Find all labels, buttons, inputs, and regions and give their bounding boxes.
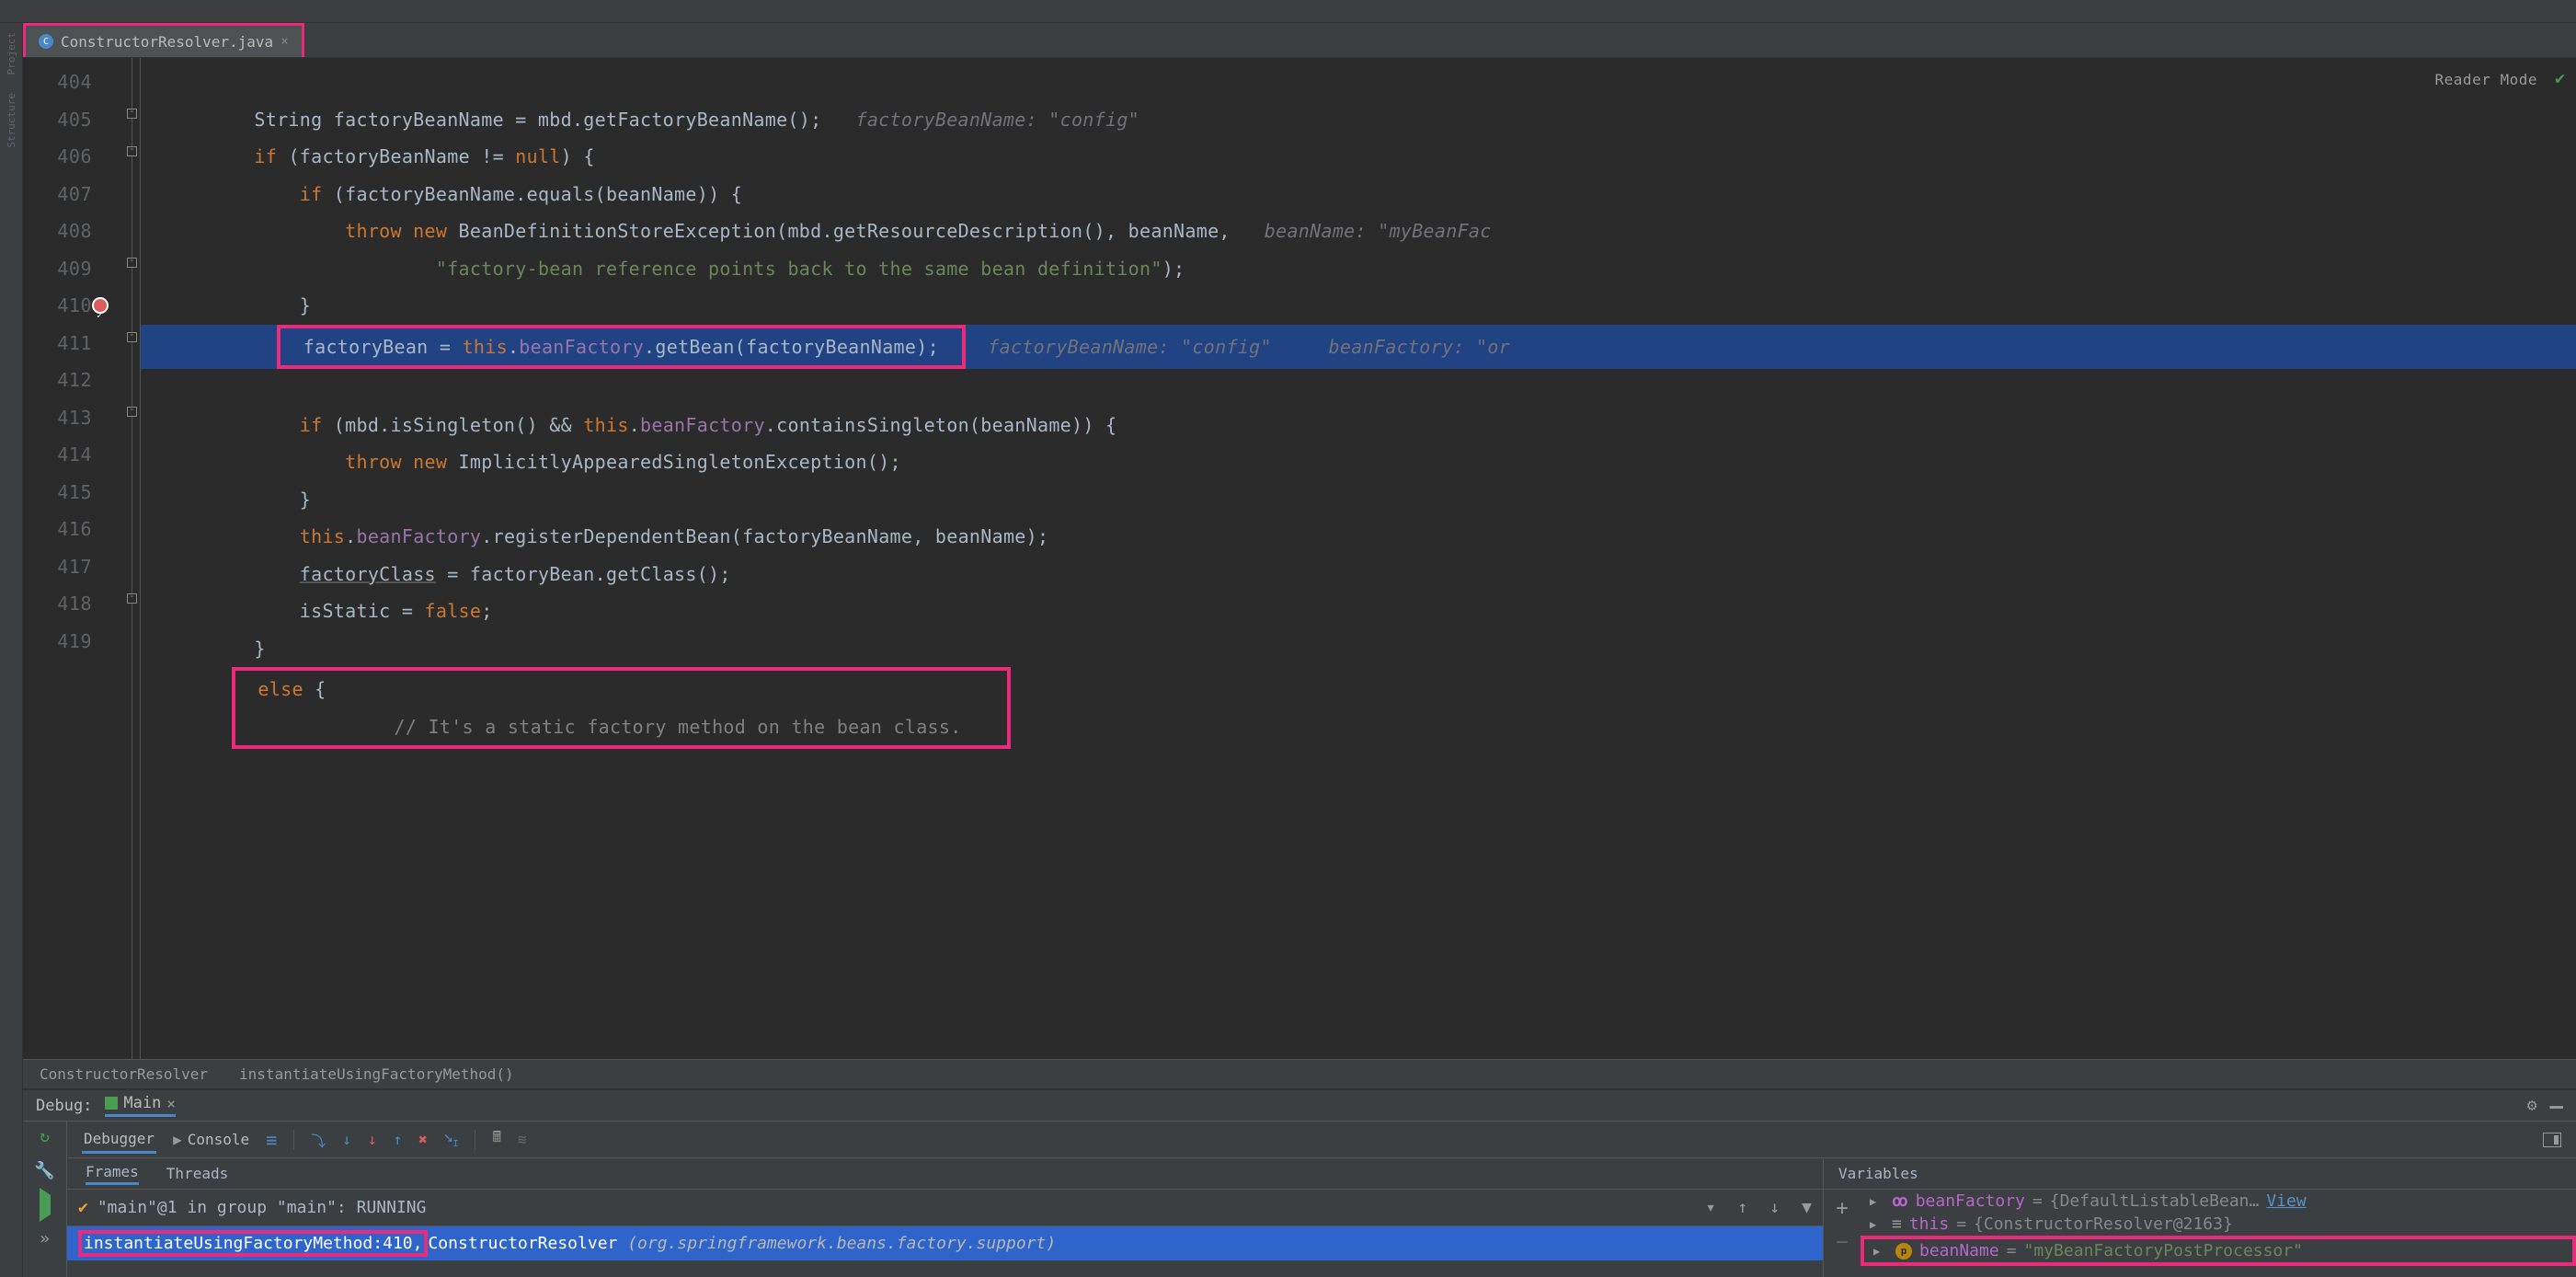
frame-method-label: instantiateUsingFactoryMethod:410, xyxy=(78,1230,428,1257)
close-icon[interactable]: × xyxy=(166,1095,176,1112)
filter-icon[interactable]: ▼ xyxy=(1802,1198,1812,1217)
gutter-icons xyxy=(92,58,124,1059)
structure-tool-label[interactable]: Structure xyxy=(6,93,17,148)
step-over-icon[interactable]: ⤵ xyxy=(311,1129,326,1151)
threads-subtab[interactable]: Threads xyxy=(166,1165,228,1182)
resume-icon[interactable] xyxy=(40,1195,51,1214)
layout-icon[interactable] xyxy=(2543,1133,2561,1147)
top-toolbar xyxy=(0,0,2576,23)
check-icon: ✔ xyxy=(78,1198,88,1217)
fold-marker-icon[interactable] xyxy=(127,146,137,156)
debug-label: Debug: xyxy=(36,1097,92,1115)
project-tool-label[interactable]: Project xyxy=(6,32,17,75)
run-to-cursor-icon[interactable]: ➘I xyxy=(444,1129,459,1149)
variable-row[interactable]: ▶ p beanName = "myBeanFactoryPostProcess… xyxy=(1860,1236,2576,1266)
code-text[interactable]: String factoryBeanName = mbd.getFactoryB… xyxy=(141,58,2576,1059)
breakpoint-icon[interactable] xyxy=(92,297,109,314)
fold-marker-icon[interactable] xyxy=(127,109,137,119)
line-number-gutter: 4044054064074084094104114124134144154164… xyxy=(23,58,92,1059)
variables-header: Variables xyxy=(1824,1158,2576,1190)
remove-watch-icon[interactable]: − xyxy=(1836,1231,1848,1254)
rerun-icon[interactable]: ↻ xyxy=(40,1127,50,1146)
debug-tool-window: Debug: Main × ⚙ — ↻ 🔧 » xyxy=(23,1088,2576,1277)
variable-row[interactable]: ▶ ≡ this = {ConstructorResolver@2163} xyxy=(1860,1213,2576,1236)
thread-selector[interactable]: ✔ "main"@1 in group "main": RUNNING ▾ ↑ … xyxy=(67,1190,1823,1226)
frames-pane: Frames Threads ✔ "main"@1 in group "main… xyxy=(67,1158,1824,1277)
java-class-icon: C xyxy=(39,34,53,49)
editor[interactable]: 4044054064074084094104114124134144154164… xyxy=(23,58,2576,1059)
current-execution-line: factoryBean = this.beanFactory.getBean(f… xyxy=(141,325,2576,370)
trace-icon[interactable]: ≋ xyxy=(518,1131,527,1148)
editor-tabs: C ConstructorResolver.java × xyxy=(23,23,2576,58)
fold-marker-icon[interactable] xyxy=(127,332,137,342)
debugger-tab[interactable]: Debugger xyxy=(82,1126,156,1154)
run-config-icon xyxy=(105,1097,118,1110)
force-step-into-icon[interactable]: ↓ xyxy=(368,1131,377,1148)
chevron-down-icon[interactable]: ▾ xyxy=(1706,1198,1716,1217)
left-tool-rail: Project Structure xyxy=(0,23,23,1277)
stack-frame-row[interactable]: instantiateUsingFactoryMethod:410, Const… xyxy=(67,1226,1823,1260)
variable-row[interactable]: ▶ oo beanFactory = {DefaultListableBean…… xyxy=(1860,1190,2576,1213)
fold-marker-icon[interactable] xyxy=(127,593,137,604)
step-into-icon[interactable]: ↓ xyxy=(342,1131,351,1148)
inline-hint: factoryBeanName: "config" xyxy=(855,109,1139,131)
frame-up-icon[interactable]: ↑ xyxy=(1737,1198,1747,1217)
frame-down-icon[interactable]: ↓ xyxy=(1769,1198,1780,1217)
evaluate-icon[interactable]: 🖩 xyxy=(492,1127,501,1152)
frames-subtab[interactable]: Frames xyxy=(86,1163,139,1185)
fold-marker-icon[interactable] xyxy=(127,258,137,268)
thread-dump-icon[interactable]: ≡ xyxy=(266,1129,277,1151)
console-icon: ▶ xyxy=(173,1131,182,1148)
debug-left-toolbar: ↻ 🔧 » xyxy=(23,1122,67,1277)
drop-frame-icon[interactable]: ✖ xyxy=(418,1131,428,1148)
breadcrumb-method[interactable]: instantiateUsingFactoryMethod() xyxy=(226,1062,532,1087)
fold-gutter xyxy=(124,58,141,1059)
close-tab-icon[interactable]: × xyxy=(280,34,288,49)
glasses-icon: oo xyxy=(1892,1191,1905,1211)
minimize-icon[interactable]: — xyxy=(2550,1093,2563,1119)
variables-pane: Variables + − ▶ oo xyxy=(1824,1158,2576,1277)
gear-icon[interactable]: ⚙ xyxy=(2527,1096,2537,1115)
new-watch-icon[interactable]: + xyxy=(1836,1197,1848,1220)
expand-icon[interactable]: ▶ xyxy=(1873,1245,1880,1258)
more-icon[interactable]: » xyxy=(40,1229,50,1248)
expand-icon[interactable]: ▶ xyxy=(1870,1218,1876,1231)
breadcrumbs: ConstructorResolver instantiateUsingFact… xyxy=(23,1059,2576,1088)
file-tab-constructorresolver[interactable]: C ConstructorResolver.java × xyxy=(23,23,304,57)
fold-marker-icon[interactable] xyxy=(127,407,137,417)
debug-toolbar: Debugger ▶ Console ≡ ⤵ ↓ ↓ ↑ ✖ xyxy=(67,1122,2576,1158)
problems-ok-icon[interactable]: ✔ xyxy=(2555,69,2565,88)
step-out-icon[interactable]: ↑ xyxy=(393,1131,402,1148)
modify-run-icon[interactable]: 🔧 xyxy=(34,1161,54,1180)
expand-icon[interactable]: ▶ xyxy=(1870,1195,1876,1208)
file-tab-label: ConstructorResolver.java xyxy=(61,33,273,51)
reader-mode-label[interactable]: Reader Mode xyxy=(2435,71,2537,88)
console-tab[interactable]: ▶ Console xyxy=(173,1131,249,1148)
param-icon: p xyxy=(1895,1243,1912,1260)
run-config-tab[interactable]: Main × xyxy=(105,1094,176,1117)
this-icon: ≡ xyxy=(1892,1214,1902,1234)
breadcrumb-class[interactable]: ConstructorResolver xyxy=(27,1062,226,1087)
inline-hint: beanName: "myBeanFac xyxy=(1265,220,1492,242)
